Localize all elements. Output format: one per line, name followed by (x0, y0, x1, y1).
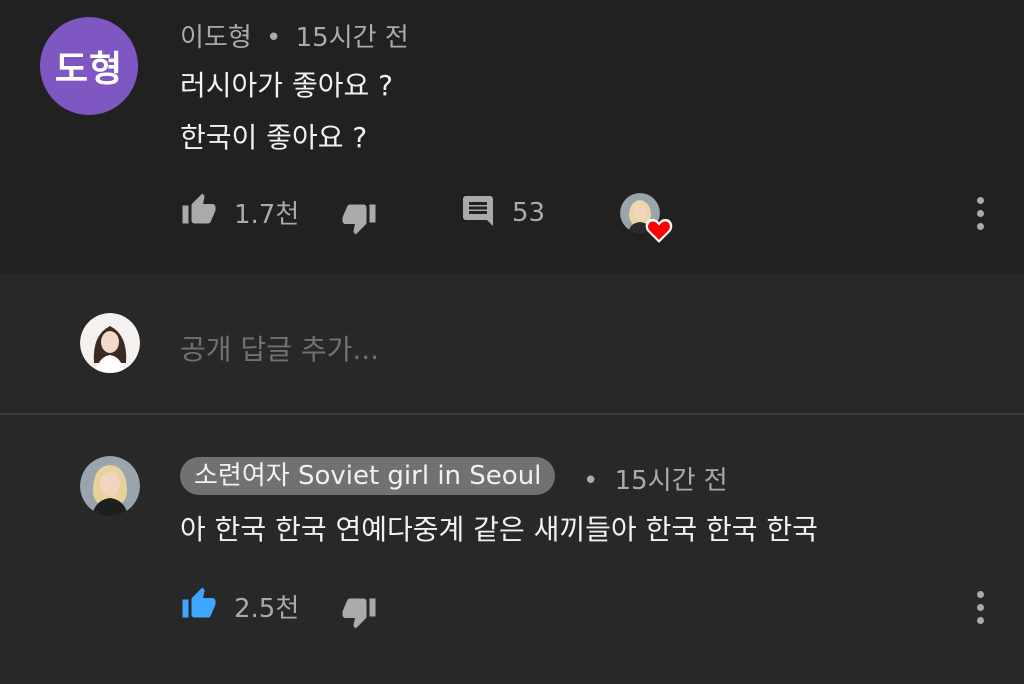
reply-meta: • 15시간 전 (583, 460, 728, 497)
avatar-initials: 도형 (54, 49, 124, 90)
more-options-icon[interactable] (974, 197, 986, 233)
comment-text-line-1: 러시아가 좋아요 ? (180, 69, 393, 102)
reply-input-row (0, 274, 1024, 414)
comment-meta: 이도형 • 15시간 전 (180, 17, 409, 54)
reply-author-avatar[interactable] (80, 456, 140, 516)
divider (0, 413, 1024, 415)
comment-icon (460, 193, 496, 233)
reply-author-chip[interactable]: 소련여자 Soviet girl in Seoul (180, 457, 556, 495)
reply-like-button[interactable]: 2.5천 (180, 586, 299, 626)
thumbs-up-icon (180, 586, 218, 626)
user-avatar[interactable] (80, 313, 140, 373)
reply-input[interactable]: 공개 답글 추가... (180, 328, 379, 368)
heart-icon (645, 217, 673, 247)
reply-timestamp[interactable]: 15시간 전 (615, 466, 728, 496)
like-button[interactable]: 1.7천 (180, 192, 299, 232)
reply-count: 53 (512, 198, 546, 228)
thumbs-down-icon (340, 598, 378, 634)
timestamp[interactable]: 15시간 전 (296, 23, 409, 53)
meta-separator: • (266, 23, 282, 53)
thumbs-down-icon (340, 204, 378, 240)
reply-like-count: 2.5천 (234, 593, 300, 624)
reply-text: 아 한국 한국 연예다중계 같은 새끼들아 한국 한국 한국 (180, 513, 818, 546)
reply-more-options-icon[interactable] (974, 591, 986, 627)
author-name[interactable]: 이도형 (180, 23, 252, 53)
like-count: 1.7천 (234, 199, 300, 230)
avatar[interactable]: 도형 (40, 17, 138, 115)
reply-dislike-button[interactable] (340, 594, 378, 634)
replies-button[interactable]: 53 (460, 193, 545, 233)
comment-text-line-2: 한국이 좋아요 ? (180, 121, 368, 154)
thumbs-up-icon (180, 192, 218, 232)
dislike-button[interactable] (340, 200, 378, 240)
meta-separator: • (583, 466, 599, 496)
